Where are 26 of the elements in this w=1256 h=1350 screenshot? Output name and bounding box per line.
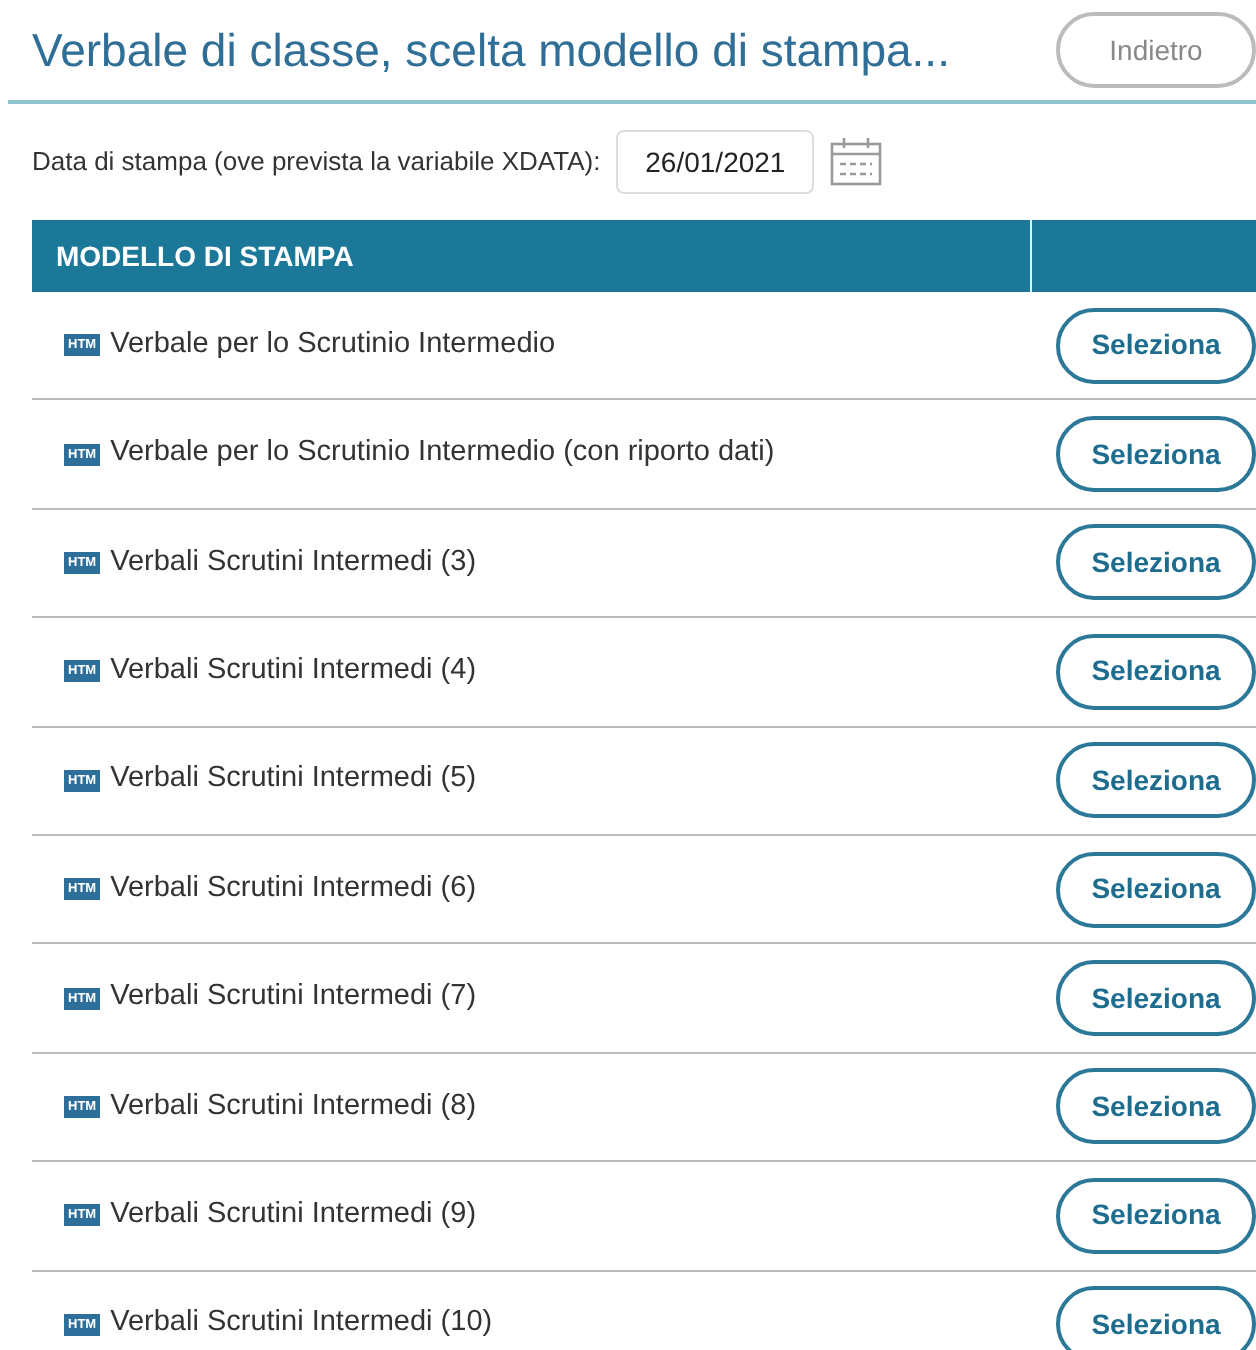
- select-button[interactable]: Seleziona: [1056, 1177, 1256, 1254]
- template-name: Verbali Scrutini Intermedi (8): [110, 1087, 477, 1126]
- select-button[interactable]: Seleziona: [1056, 524, 1256, 601]
- select-button[interactable]: Seleziona: [1056, 851, 1256, 928]
- date-field[interactable]: 26/01/2021: [616, 130, 815, 194]
- select-button[interactable]: Seleziona: [1056, 960, 1256, 1037]
- page-title: Verbale di classe, scelta modello di stampa...: [32, 21, 950, 80]
- column-header: MODELLO DI STAMPA: [32, 220, 1032, 292]
- template-name: Verbale per lo Scrutinio Intermedio (con riporto dati): [110, 434, 775, 473]
- select-button[interactable]: Seleziona: [1056, 742, 1256, 819]
- date-label: Data di stampa (ove prevista la variabile XDATA):: [32, 144, 601, 181]
- select-button[interactable]: Seleziona: [1056, 1286, 1256, 1350]
- template-name: Verbali Scrutini Intermedi (9): [110, 1195, 477, 1234]
- select-button[interactable]: Seleziona: [1056, 307, 1256, 384]
- template-name: Verbali Scrutini Intermedi (6): [110, 869, 477, 908]
- template-name: Verbali Scrutini Intermedi (4): [110, 651, 477, 690]
- template-name: Verbali Scrutini Intermedi (7): [110, 978, 477, 1017]
- template-name: Verbali Scrutini Intermedi (3): [110, 543, 477, 582]
- back-button[interactable]: Indietro: [1056, 12, 1256, 88]
- select-button[interactable]: Seleziona: [1056, 633, 1256, 710]
- template-name: Verbale per lo Scrutinio Intermedio: [110, 325, 556, 364]
- select-button[interactable]: Seleziona: [1056, 1068, 1256, 1145]
- template-name: Verbali Scrutini Intermedi (5): [110, 760, 477, 799]
- select-button[interactable]: Seleziona: [1056, 416, 1256, 493]
- template-name: Verbali Scrutini Intermedi (10): [110, 1304, 493, 1343]
- calendar-icon[interactable]: [830, 136, 883, 188]
